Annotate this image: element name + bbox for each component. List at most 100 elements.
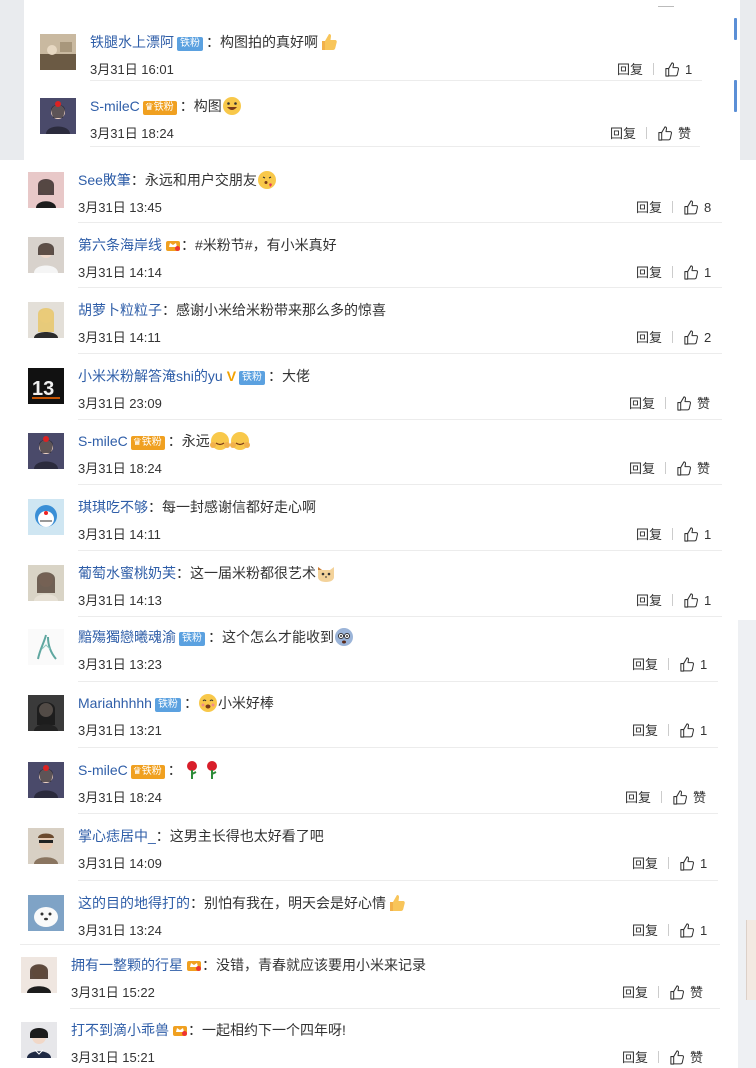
like-icon[interactable] <box>679 856 695 871</box>
fan-badge[interactable]: 铁粉 <box>239 371 266 385</box>
username[interactable]: S-mileC <box>78 433 128 449</box>
timestamp: 3月31日 13:45 <box>78 200 162 215</box>
avatar[interactable] <box>28 629 64 665</box>
avatar[interactable] <box>28 695 64 731</box>
crown-badge-icon[interactable] <box>165 238 181 252</box>
fan-badge[interactable]: 铁粉 <box>179 632 205 646</box>
username[interactable]: S-mileC <box>90 98 140 114</box>
username[interactable]: 葡萄水蜜桃奶芙 <box>78 565 176 581</box>
username[interactable]: 拥有一整颗的行星 <box>71 957 183 973</box>
like-icon[interactable] <box>664 62 680 77</box>
like-count[interactable]: 赞 <box>690 985 703 1000</box>
crown-fan-badge[interactable]: ♛铁粉 <box>142 101 177 115</box>
username[interactable]: See敗筆 <box>78 172 131 188</box>
like-icon[interactable] <box>683 200 699 215</box>
like-icon[interactable] <box>683 330 699 345</box>
timestamp: 3月31日 13:21 <box>78 723 162 738</box>
reply-button[interactable]: 回复 <box>632 657 658 672</box>
avatar[interactable] <box>40 34 76 70</box>
comment-text: 一起相约下一个四年呀! <box>202 1022 346 1038</box>
like-count[interactable]: 2 <box>704 330 711 345</box>
like-icon[interactable] <box>672 790 688 805</box>
like-icon[interactable] <box>676 396 692 411</box>
avatar[interactable] <box>28 302 64 338</box>
crown-badge-icon[interactable] <box>172 1023 188 1037</box>
fan-badge[interactable]: 铁粉 <box>154 698 181 712</box>
like-icon[interactable] <box>679 657 695 672</box>
like-count[interactable]: 8 <box>704 200 711 215</box>
avatar[interactable] <box>28 237 64 273</box>
avatar[interactable]: 13 <box>28 368 64 404</box>
reply-button[interactable]: 回复 <box>636 527 662 542</box>
reply-button[interactable]: 回复 <box>629 396 655 411</box>
like-count[interactable]: 赞 <box>697 461 710 476</box>
avatar[interactable] <box>28 828 64 864</box>
like-count[interactable]: 1 <box>704 527 711 542</box>
verified-icon[interactable]: V <box>227 368 236 384</box>
like-count[interactable]: 1 <box>685 62 692 77</box>
username[interactable]: 琪琪吃不够 <box>78 499 148 515</box>
reply-button[interactable]: 回复 <box>632 723 658 738</box>
avatar[interactable] <box>28 433 64 469</box>
like-count[interactable]: 赞 <box>697 396 710 411</box>
fan-badge[interactable]: 铁粉 <box>177 37 203 51</box>
username[interactable]: 这的目的地得打的 <box>78 895 190 911</box>
avatar[interactable] <box>28 565 64 601</box>
reply-button[interactable]: 回复 <box>636 200 662 215</box>
like-icon[interactable] <box>683 593 699 608</box>
avatar[interactable] <box>40 98 76 134</box>
avatar[interactable] <box>28 762 64 798</box>
like-icon[interactable] <box>657 126 673 141</box>
like-count[interactable]: 1 <box>700 923 707 938</box>
crown-badge-icon[interactable] <box>186 958 202 972</box>
reply-button[interactable]: 回复 <box>610 126 636 141</box>
like-count[interactable]: 赞 <box>678 126 691 141</box>
like-count[interactable]: 赞 <box>693 790 706 805</box>
rose-emoji-icon <box>206 761 217 779</box>
avatar[interactable] <box>28 499 64 535</box>
reply-button[interactable]: 回复 <box>617 62 643 77</box>
like-icon[interactable] <box>669 985 685 1000</box>
like-count[interactable]: 1 <box>700 723 707 738</box>
reply-button[interactable]: 回复 <box>632 923 658 938</box>
reply-button[interactable]: 回复 <box>622 1050 648 1065</box>
reply-button[interactable]: 回复 <box>636 265 662 280</box>
username[interactable]: 打不到滴小乖兽 <box>71 1022 169 1038</box>
avatar[interactable] <box>28 172 64 208</box>
reply-button[interactable]: 回复 <box>636 593 662 608</box>
avatar[interactable] <box>28 895 64 931</box>
avatar[interactable] <box>21 1022 57 1058</box>
username[interactable]: 黯殤獨戀曦魂渝 <box>78 629 176 645</box>
crown-fan-badge[interactable]: ♛铁粉 <box>130 765 165 779</box>
like-count[interactable]: 1 <box>704 593 711 608</box>
like-count[interactable]: 1 <box>700 657 707 672</box>
like-icon[interactable] <box>683 527 699 542</box>
like-count[interactable]: 1 <box>700 856 707 871</box>
username[interactable]: 胡萝卜粒粒子 <box>78 302 162 318</box>
row-divider <box>90 80 702 81</box>
timestamp: 3月31日 14:09 <box>78 856 162 871</box>
reply-button[interactable]: 回复 <box>636 330 662 345</box>
reply-button[interactable]: 回复 <box>632 856 658 871</box>
username[interactable]: 第六条海岸线 <box>78 237 162 253</box>
username[interactable]: 掌心痣居中_ <box>78 828 156 844</box>
username[interactable]: 小米米粉解答淹shi的yu <box>78 368 223 384</box>
like-count[interactable]: 1 <box>704 265 711 280</box>
username[interactable]: 铁腿水上漂阿 <box>90 34 174 50</box>
crown-fan-badge[interactable]: ♛铁粉 <box>130 436 165 450</box>
like-count[interactable]: 赞 <box>690 1050 703 1065</box>
username[interactable]: S-mileC <box>78 762 128 778</box>
like-icon[interactable] <box>669 1050 685 1065</box>
like-icon[interactable] <box>679 723 695 738</box>
divider <box>672 201 674 213</box>
like-icon[interactable] <box>676 461 692 476</box>
like-icon[interactable] <box>683 265 699 280</box>
reply-button[interactable]: 回复 <box>629 461 655 476</box>
timestamp: 3月31日 15:22 <box>71 985 155 1000</box>
username[interactable]: Mariahhhhh <box>78 695 152 711</box>
reply-button[interactable]: 回复 <box>625 790 651 805</box>
avatar[interactable] <box>21 957 57 993</box>
like-icon[interactable] <box>679 923 695 938</box>
reply-button[interactable]: 回复 <box>622 985 648 1000</box>
comment-text: 这一届米粉都很艺术 <box>190 565 316 581</box>
